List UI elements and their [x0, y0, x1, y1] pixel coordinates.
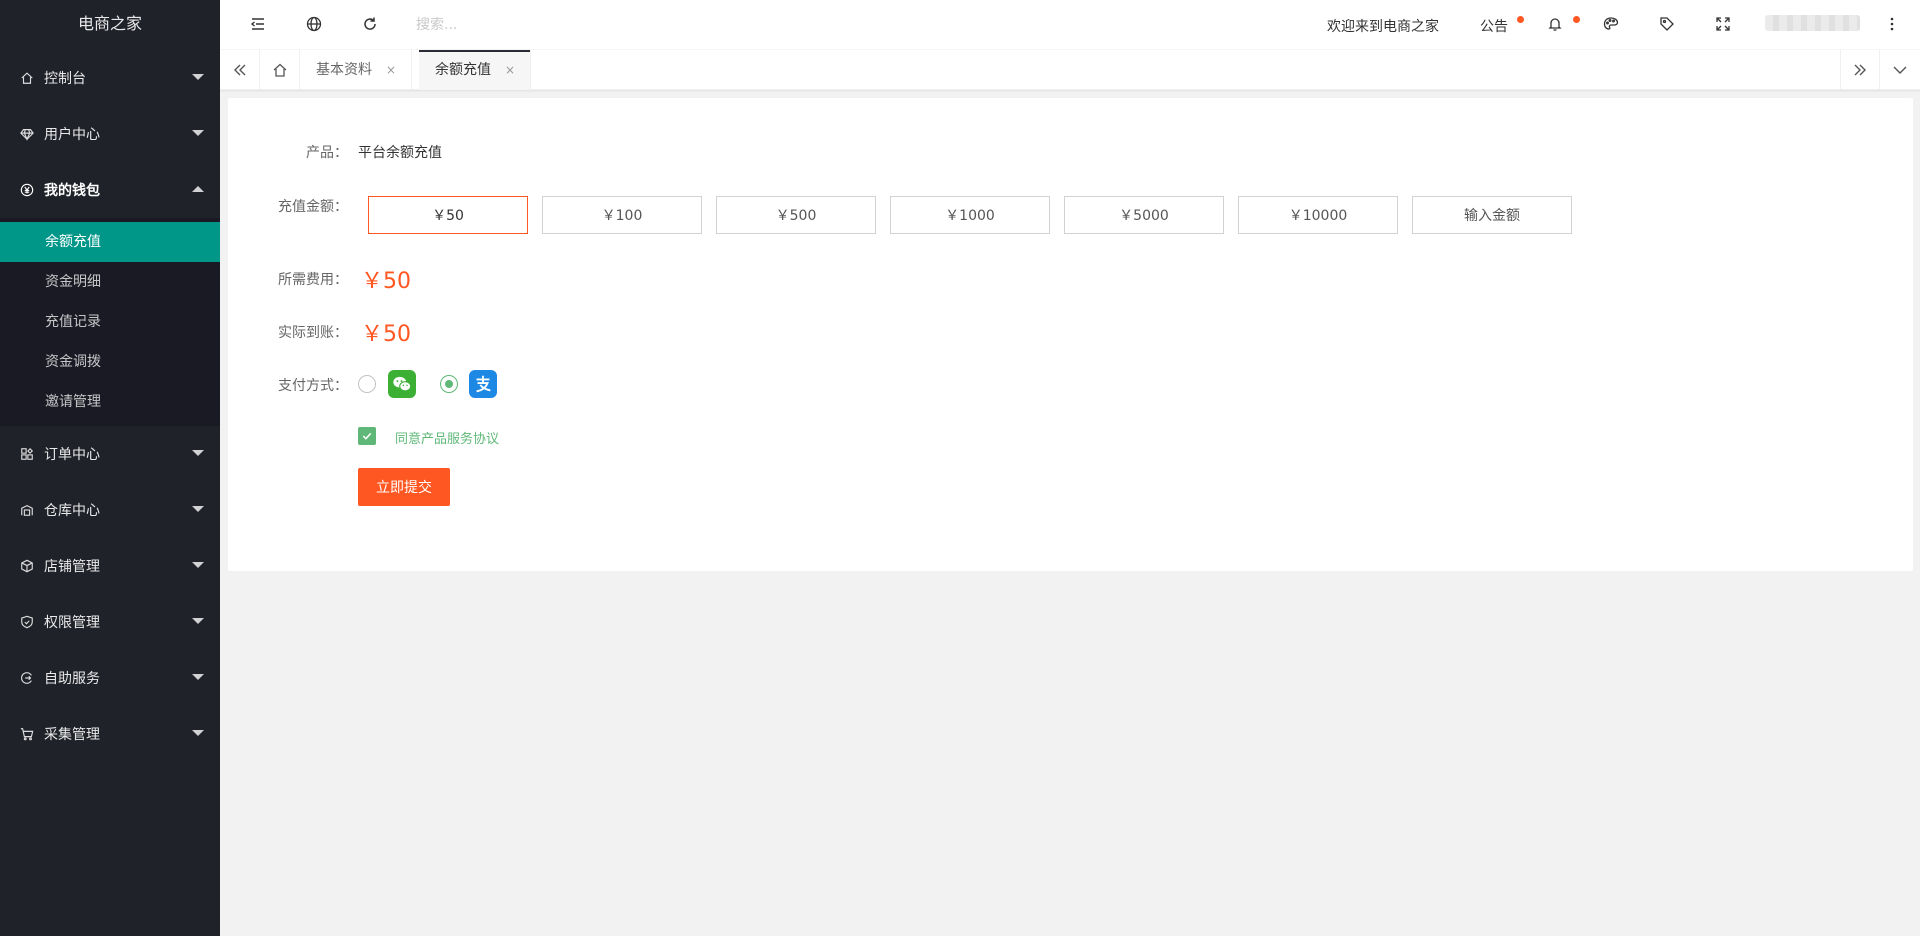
tab-home-icon[interactable] [260, 50, 300, 90]
diamond-icon [20, 127, 34, 141]
caret-down-icon [192, 450, 204, 456]
tag-icon[interactable] [1657, 14, 1677, 34]
pay-method-label: 支付方式： [278, 378, 348, 394]
fullscreen-icon[interactable] [1713, 14, 1733, 34]
shield-icon [20, 615, 34, 629]
submenu-item-recharge-records[interactable]: 充值记录 [0, 302, 220, 342]
cube-icon [20, 559, 34, 573]
notice-link[interactable]: 公告 [1480, 16, 1508, 36]
sidebar-item-label: 采集管理 [44, 727, 100, 743]
amount-custom-input[interactable]: 输入金额 [1412, 196, 1572, 234]
submenu-item-fund-details[interactable]: 资金明细 [0, 262, 220, 302]
sidebar-item-label: 订单中心 [44, 447, 100, 463]
wallet-submenu: 余额充值 资金明细 充值记录 资金调拨 邀请管理 [0, 218, 220, 426]
alipay-icon[interactable] [469, 370, 497, 398]
home-icon [20, 71, 34, 85]
sidebar-item-permissions[interactable]: 权限管理 [0, 594, 220, 650]
wechat-pay-radio[interactable] [358, 375, 376, 393]
amount-option-100[interactable]: ￥100 [542, 196, 702, 234]
product-value: 平台余额充值 [358, 145, 442, 161]
sidebar-item-label: 仓库中心 [44, 503, 100, 519]
more-vertical-icon[interactable] [1882, 14, 1902, 34]
tabs-scroll-left-icon[interactable] [220, 50, 260, 90]
app-grid-icon [20, 447, 34, 461]
tab-close-icon[interactable]: × [386, 63, 396, 77]
sidebar-item-wallet[interactable]: 我的钱包 [0, 162, 220, 218]
amount-option-1000[interactable]: ￥1000 [890, 196, 1050, 234]
sidebar-item-console[interactable]: 控制台 [0, 50, 220, 106]
caret-down-icon [192, 618, 204, 624]
service-icon [20, 671, 34, 685]
caret-down-icon [192, 562, 204, 568]
amount-option-5000[interactable]: ￥5000 [1064, 196, 1224, 234]
sidebar-item-warehouse[interactable]: 仓库中心 [0, 482, 220, 538]
sidebar-item-collection[interactable]: 采集管理 [0, 706, 220, 762]
sidebar-item-label: 控制台 [44, 71, 86, 87]
sidebar-item-label: 权限管理 [44, 615, 100, 631]
tab-basic-profile[interactable]: 基本资料 × [300, 50, 413, 90]
yen-circle-icon [20, 183, 34, 197]
fee-label: 所需费用： [278, 272, 348, 288]
tabs-scroll-right-icon[interactable] [1840, 50, 1880, 90]
agree-checkbox[interactable] [358, 427, 376, 445]
warehouse-icon [20, 503, 34, 517]
alipay-radio[interactable] [440, 375, 458, 393]
user-name-blurred[interactable] [1765, 15, 1860, 31]
sidebar: 电商之家 控制台 用户中心 我的钱包 余额充值 资金明细 充值记录 资金调拨 邀… [0, 0, 220, 936]
caret-down-icon [192, 674, 204, 680]
recharge-form-card: 产品： 平台余额充值 充值金额： ￥50 ￥100 ￥500 ￥1000 ￥50… [228, 98, 1913, 571]
bell-badge-dot [1573, 16, 1580, 23]
submenu-item-fund-transfer[interactable]: 资金调拨 [0, 342, 220, 382]
submenu-item-recharge[interactable]: 余额充值 [0, 222, 220, 262]
tab-close-icon[interactable]: × [505, 63, 515, 77]
submenu-item-invitations[interactable]: 邀请管理 [0, 382, 220, 422]
welcome-text: 欢迎来到电商之家 [1327, 19, 1439, 35]
sidebar-item-label: 自助服务 [44, 671, 100, 687]
tab-recharge[interactable]: 余额充值 × [419, 50, 532, 90]
caret-up-icon [192, 186, 204, 192]
tabs-dropdown-icon[interactable] [1880, 50, 1920, 90]
sidebar-item-stores[interactable]: 店铺管理 [0, 538, 220, 594]
cart-icon [20, 727, 34, 741]
bell-icon[interactable] [1545, 14, 1565, 34]
caret-down-icon [192, 506, 204, 512]
sidebar-item-label: 我的钱包 [44, 183, 100, 199]
refresh-icon[interactable] [360, 14, 380, 34]
globe-icon[interactable] [304, 14, 324, 34]
wechat-pay-icon[interactable] [388, 370, 416, 398]
sidebar-item-orders[interactable]: 订单中心 [0, 426, 220, 482]
amount-option-50[interactable]: ￥50 [368, 196, 528, 234]
product-label: 产品： [306, 145, 348, 161]
theme-palette-icon[interactable] [1601, 14, 1621, 34]
actual-value: ￥50 [361, 322, 411, 347]
caret-down-icon [192, 74, 204, 80]
submit-button[interactable]: 立即提交 [358, 468, 450, 506]
amount-label: 充值金额： [278, 199, 348, 215]
notice-badge-dot [1517, 16, 1524, 23]
sidebar-item-label: 用户中心 [44, 127, 100, 143]
amount-option-500[interactable]: ￥500 [716, 196, 876, 234]
sidebar-item-user-center[interactable]: 用户中心 [0, 106, 220, 162]
top-header: 欢迎来到电商之家 公告 [220, 0, 1920, 50]
sidebar-item-self-service[interactable]: 自助服务 [0, 650, 220, 706]
page-tabs-bar: 基本资料 × 余额充值 × [220, 50, 1920, 90]
actual-label: 实际到账： [278, 325, 348, 341]
fee-value: ￥50 [361, 269, 411, 294]
amount-option-10000[interactable]: ￥10000 [1238, 196, 1398, 234]
search-input[interactable] [416, 12, 616, 38]
agree-terms-link[interactable]: 同意产品服务协议 [395, 428, 499, 447]
caret-down-icon [192, 730, 204, 736]
caret-down-icon [192, 130, 204, 136]
tab-label: 基本资料 [316, 62, 372, 78]
menu-collapse-icon[interactable] [248, 14, 268, 34]
sidebar-item-label: 店铺管理 [44, 559, 100, 575]
tab-label: 余额充值 [435, 62, 491, 78]
app-logo[interactable]: 电商之家 [0, 0, 220, 50]
